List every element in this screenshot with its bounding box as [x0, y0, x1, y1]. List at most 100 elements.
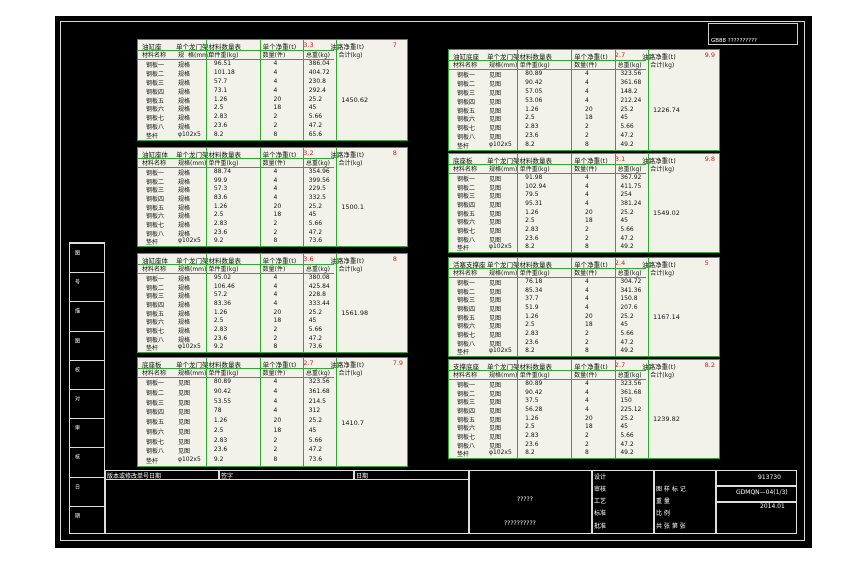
strip-label: 图: [74, 337, 80, 343]
approve-label: 批准: [594, 523, 607, 530]
grid-line: [138, 167, 334, 168]
table-cell: 23.6: [213, 122, 228, 130]
table-row: 垫杆 φ102x5 9.2 8 73.6: [138, 237, 407, 246]
table-cell: 9.2: [213, 237, 224, 245]
table-cell: 49.2: [620, 243, 634, 251]
table-cell: 83.36: [213, 300, 232, 307]
grid-line: [138, 50, 334, 51]
table-row: 垫杆 φ102x5 9.2 8 73.6: [138, 456, 407, 465]
table-cell: 钢板七: [146, 328, 165, 335]
table-cell: 见图: [489, 314, 502, 322]
table-cell: 5.66: [308, 326, 323, 333]
table-cell: 钢板四: [146, 88, 165, 96]
table-cell: 1.26: [213, 417, 228, 425]
strip-label: 日: [74, 483, 80, 489]
table-cell: 见图: [489, 176, 502, 183]
table-cell: 18: [273, 317, 282, 325]
column-header: 材料名称: [142, 160, 167, 167]
table-cell: 76.18: [525, 278, 543, 285]
table-cell: 见图: [489, 297, 502, 305]
table-cell: 钢板五: [146, 419, 165, 427]
table-cell: 见图: [489, 382, 502, 389]
table-cell: 2.5: [525, 114, 535, 122]
table-cell: 2.83: [525, 226, 539, 233]
column-headers: 材料名称 规格(mm)单件重(kg) 数量(件) 总重(kg) 合计(kg): [449, 370, 719, 379]
table-cell: 25.2: [620, 208, 634, 216]
column-header: 数量(件): [574, 62, 597, 69]
column-header: 总重(kg): [617, 372, 642, 379]
table-cell: 65.6: [308, 131, 323, 139]
header-field: 7.9: [392, 359, 404, 367]
table-cell: 4: [585, 380, 589, 387]
table-cell: 2.83: [213, 220, 228, 227]
column-header: 合计(kg): [650, 372, 675, 379]
table-cell: 230.8: [308, 77, 326, 85]
grid-line: [517, 360, 518, 458]
column-header: 规格(mm): [178, 160, 207, 167]
table-cell: 规格: [178, 124, 191, 132]
header-field: 7: [392, 41, 397, 49]
grid-line: [335, 40, 337, 140]
material-table-t8: 支撑底座 单个龙门架材料数量表 单个净重(t) 2.7 油路净重(t) 8.2 材料名称 规格…: [448, 359, 720, 459]
table-cell: 8: [585, 449, 589, 457]
column-header: 材料名称: [453, 166, 478, 173]
table-cell: 2.5: [213, 104, 224, 112]
table-cell: 见图: [489, 288, 502, 296]
table-cell: 8.2: [213, 131, 224, 139]
table-cell: 钢板二: [146, 178, 165, 186]
table-cell: 361.68: [620, 78, 642, 86]
table-cell: 323.56: [620, 70, 642, 77]
column-header: 单件重(kg): [208, 370, 239, 377]
table-cell: 45: [620, 423, 628, 431]
table-cell: 规格: [178, 293, 191, 301]
table-cell: 规格: [178, 284, 191, 292]
table-cell: 1.26: [525, 312, 539, 320]
table-cell: 2: [273, 436, 278, 444]
table-cell: 4: [273, 68, 278, 76]
strip-cell: 图: [70, 243, 104, 273]
column-header: 数量(件): [262, 52, 286, 59]
table-cell: 垫杆: [146, 345, 159, 353]
table-cell: 1.26: [525, 208, 539, 216]
table-cell: 钢板五: [457, 314, 476, 322]
table-cell: 见图: [489, 280, 502, 287]
header-field: 3.6: [303, 255, 314, 263]
table-cell: 5.66: [308, 220, 323, 227]
table-row: 钢板三 规格 57.3 4 229.5: [138, 185, 407, 194]
strip-label: 对: [74, 396, 80, 401]
table-cell: 钢板二: [146, 284, 165, 292]
table-cell: 钢板七: [146, 438, 165, 446]
table-cell: 95.02: [213, 274, 232, 281]
table-cell: 5.66: [620, 432, 634, 439]
table-cell: 4: [273, 378, 278, 385]
strip-cell: 描: [70, 301, 104, 331]
table-cell: 钢板五: [146, 310, 165, 318]
column-header: 规格(mm): [489, 62, 518, 69]
table-cell: 20: [273, 202, 282, 210]
table-cell: 4: [273, 291, 278, 299]
table-cell: 18: [585, 114, 593, 122]
grid-line: [303, 40, 305, 140]
grid-line: [449, 164, 646, 165]
table-cell: 23.6: [525, 440, 539, 448]
title-block-cell: [219, 470, 354, 480]
reviewer-label: 审核: [594, 486, 607, 493]
table-cell: 2.83: [525, 330, 539, 337]
column-header: 总重(kg): [617, 166, 642, 173]
table-cell: 钢板八: [146, 448, 165, 456]
table-cell: 4: [273, 274, 278, 281]
table-cell: 钢板四: [457, 306, 476, 313]
column-header: 材料名称: [142, 370, 167, 377]
table-row: 钢板二 规格 101.18 4 404.72: [138, 69, 407, 78]
table-row: 钢板二 见图 85.34 4 341.36: [449, 287, 719, 296]
table-cell: 2: [273, 446, 278, 454]
table-row: 钢板一 见图 76.18 4 304.72: [449, 278, 719, 287]
grid-line: [614, 50, 616, 150]
table-cell: 23.6: [213, 334, 228, 342]
table-cell: 5.66: [620, 330, 634, 337]
table-cell: 钢板一: [457, 382, 476, 389]
table-header: 油缸座体 单个龙门架材料数量表 单个净重(t) 3.2 油路净重(t) 8: [138, 148, 407, 159]
table-cell: 102.94: [525, 182, 547, 190]
table-cell: 规格: [178, 204, 191, 212]
table-cell: 47.2: [308, 228, 323, 236]
